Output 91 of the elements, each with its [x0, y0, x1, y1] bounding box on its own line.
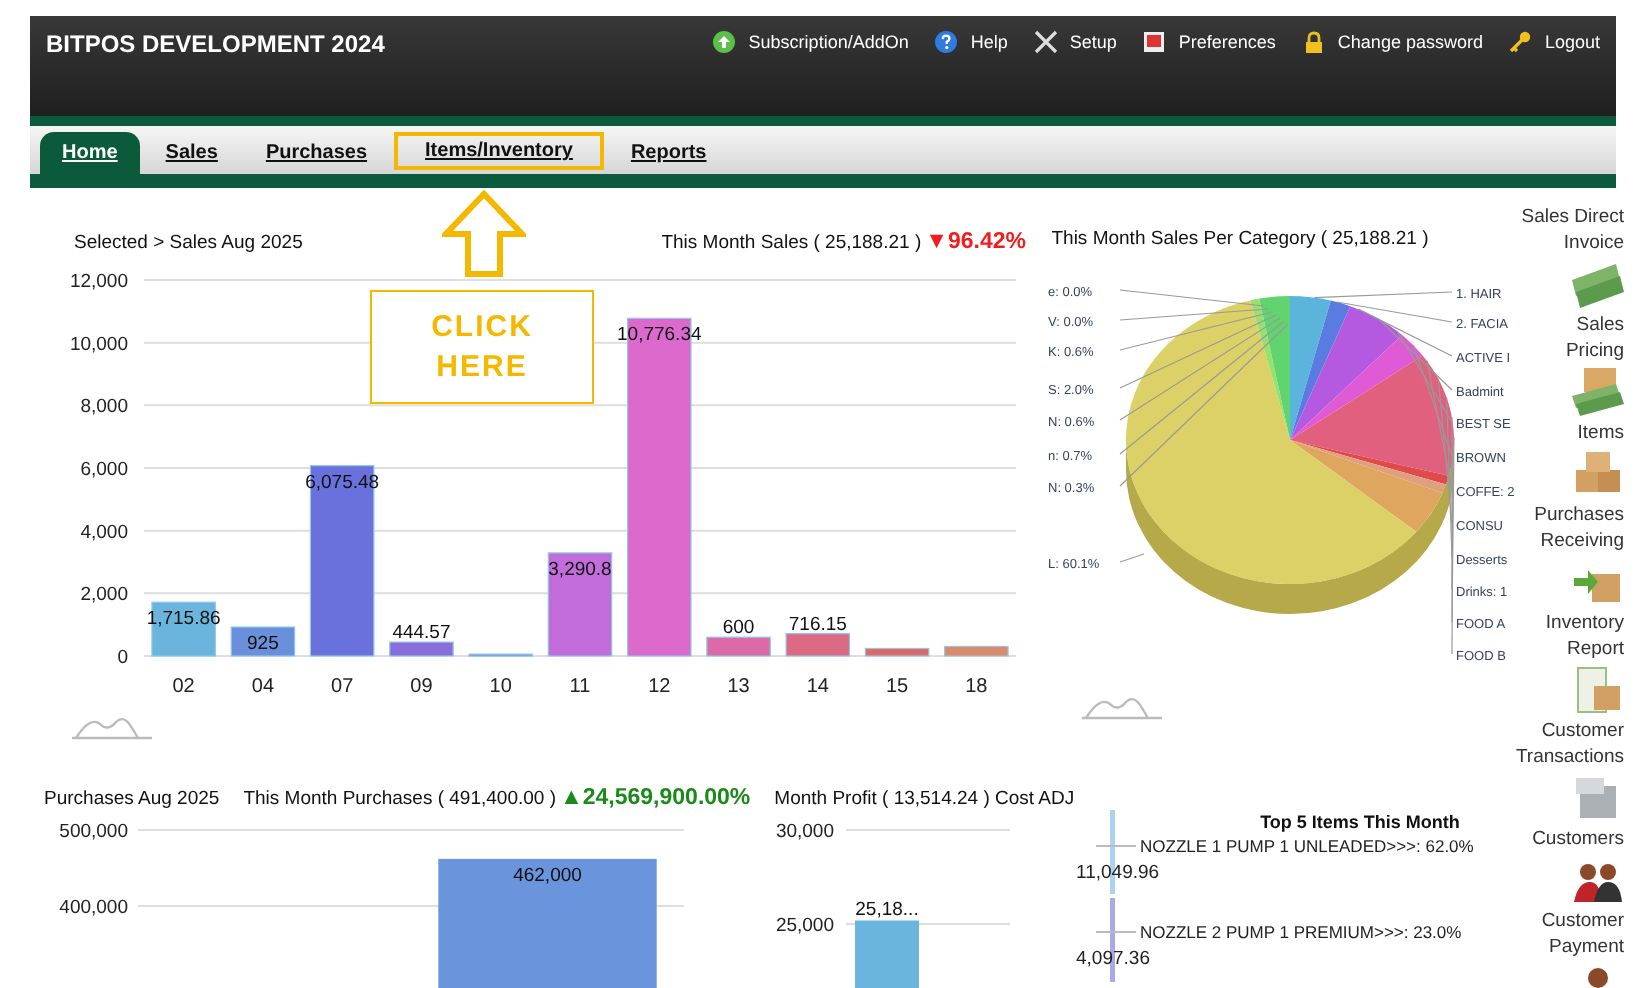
y-axis-label: 400,000	[59, 896, 128, 919]
header-link[interactable]: Setup	[1033, 30, 1117, 54]
y-axis-label: 4,000	[80, 521, 128, 544]
pie-slice[interactable]	[1290, 440, 1449, 485]
boxes-money-icon	[1572, 368, 1624, 416]
bar-value-label: 462,000	[513, 864, 582, 887]
bar-value-label: 600	[722, 617, 755, 640]
x-axis-label: 13	[727, 676, 750, 698]
range-navigator-icon[interactable]	[1080, 692, 1164, 720]
bar-value-label: 925	[247, 633, 279, 655]
boxes-icon	[1572, 450, 1624, 498]
pie-slice[interactable]	[1290, 335, 1423, 440]
click-here-callout: CLICK HERE	[370, 290, 594, 404]
y-axis-label: 30,000	[776, 821, 835, 843]
nav-tab[interactable]: Home	[40, 132, 140, 174]
chart-bar[interactable]	[309, 465, 375, 657]
bar-value-label: 716.15	[788, 613, 847, 636]
upload-icon	[712, 30, 737, 54]
padlock-icon	[1301, 30, 1326, 54]
nav-tab[interactable]: Items/Inventory	[393, 132, 605, 170]
change-percent: ▼96.42%	[925, 230, 1026, 254]
shortcut-link[interactable]: Inventory Report	[1545, 610, 1624, 714]
pie-slice[interactable]	[1290, 440, 1443, 532]
nav-tab[interactable]: Purchases	[243, 134, 390, 172]
bar-value-label: 444.57	[392, 622, 451, 645]
header-link[interactable]: Help	[934, 30, 1008, 54]
header-link[interactable]: Subscription/AddOn	[712, 30, 909, 54]
preferences-icon	[1142, 30, 1167, 54]
pie-slice[interactable]	[1290, 300, 1351, 440]
leader-line	[1095, 845, 1138, 847]
item-share-label: NOZZLE 2 PUMP 1 PREMIUM>>>: 23.0%	[1140, 922, 1462, 942]
shortcut-link[interactable]: Items	[1572, 420, 1624, 498]
leader-line	[1119, 553, 1145, 563]
shortcut-link[interactable]: Customer Payment	[1541, 908, 1624, 988]
x-axis-label: 18	[965, 676, 988, 698]
pie-slice[interactable]	[1290, 440, 1446, 493]
app-title: BITPOS DEVELOPMENT 2024	[46, 30, 385, 58]
bar-value-label: 3,290.8	[548, 558, 612, 581]
x-axis-label: 14	[806, 676, 829, 698]
pie-slice[interactable]	[1290, 306, 1403, 440]
shortcut-link[interactable]: Customer Transactions	[1515, 718, 1624, 822]
shortcut-link[interactable]: Sales Pricing	[1565, 312, 1624, 416]
y-axis-label: 25,000	[776, 915, 835, 938]
y-axis-label: 10,000	[69, 333, 128, 356]
pie-slice[interactable]	[1290, 355, 1454, 476]
chart-title: Top 5 Items This Month	[1260, 812, 1461, 832]
chart-breadcrumb: Selected > Sales Aug 2025	[74, 231, 303, 253]
nav-tab[interactable]: Reports	[608, 134, 729, 172]
chart-bar[interactable]	[230, 626, 296, 657]
header-link[interactable]: Logout	[1508, 30, 1600, 54]
pie-slice[interactable]	[1259, 296, 1290, 440]
chart-title: This Month Sales Per Category ( 25,188.21 )	[1049, 228, 1431, 250]
x-axis-label: 10	[489, 676, 512, 698]
bar-value-label: 25,18...	[855, 898, 919, 921]
y-axis-label: 2,000	[80, 584, 128, 607]
item-value-label: 11,049.96	[1076, 862, 1160, 884]
pie-slice[interactable]	[1290, 296, 1331, 440]
y-axis-label: 6,000	[80, 459, 128, 481]
chart-title: Purchases Aug 2025	[44, 788, 220, 810]
pie-slice[interactable]	[1126, 300, 1417, 585]
up-arrow-icon	[442, 190, 526, 278]
chart-summary: This Month Sales ( 25,188.21 )	[661, 231, 922, 253]
nav-tab[interactable]: Sales	[143, 134, 240, 172]
chart-title: Month Profit ( 13,514.24 ) Cost ADJ	[774, 788, 1075, 810]
money-icon	[1572, 260, 1624, 308]
shortcut-link[interactable]: Sales Direct Invoice	[1521, 204, 1624, 308]
shortcut-link[interactable]: Purchases Receiving	[1534, 502, 1624, 606]
x-axis-label: 11	[569, 676, 591, 698]
chart-bar[interactable]	[547, 552, 613, 657]
y-axis-label: 12,000	[69, 271, 128, 293]
header-link[interactable]: Change password	[1301, 30, 1483, 54]
x-axis-label: 09	[410, 676, 433, 698]
header-link[interactable]: Preferences	[1142, 30, 1276, 54]
x-axis-label: 02	[172, 676, 195, 698]
change-percent: ▲24,569,900.00%	[560, 786, 751, 810]
key-icon	[1508, 30, 1533, 54]
x-axis-label: 04	[251, 676, 275, 698]
chart-summary: This Month Purchases ( 491,400.00 )	[243, 787, 556, 809]
x-axis-label: 12	[648, 676, 671, 698]
y-axis-label: 500,000	[59, 821, 128, 843]
x-axis-label: 15	[885, 676, 909, 698]
help-icon	[934, 30, 959, 54]
y-axis-label: 8,000	[80, 396, 128, 419]
report-icon	[1572, 666, 1624, 714]
shortcut-link[interactable]: Customers	[1532, 826, 1624, 904]
y-axis-label: 0	[117, 647, 128, 669]
range-navigator-icon[interactable]	[70, 712, 154, 740]
item-value-label: 4,097.36	[1076, 948, 1151, 970]
item-share-label: NOZZLE 1 PUMP 1 UNLEADED>>>: 62.0%	[1140, 836, 1474, 856]
leader-line	[1095, 931, 1138, 933]
x-axis-label: 07	[331, 676, 354, 698]
